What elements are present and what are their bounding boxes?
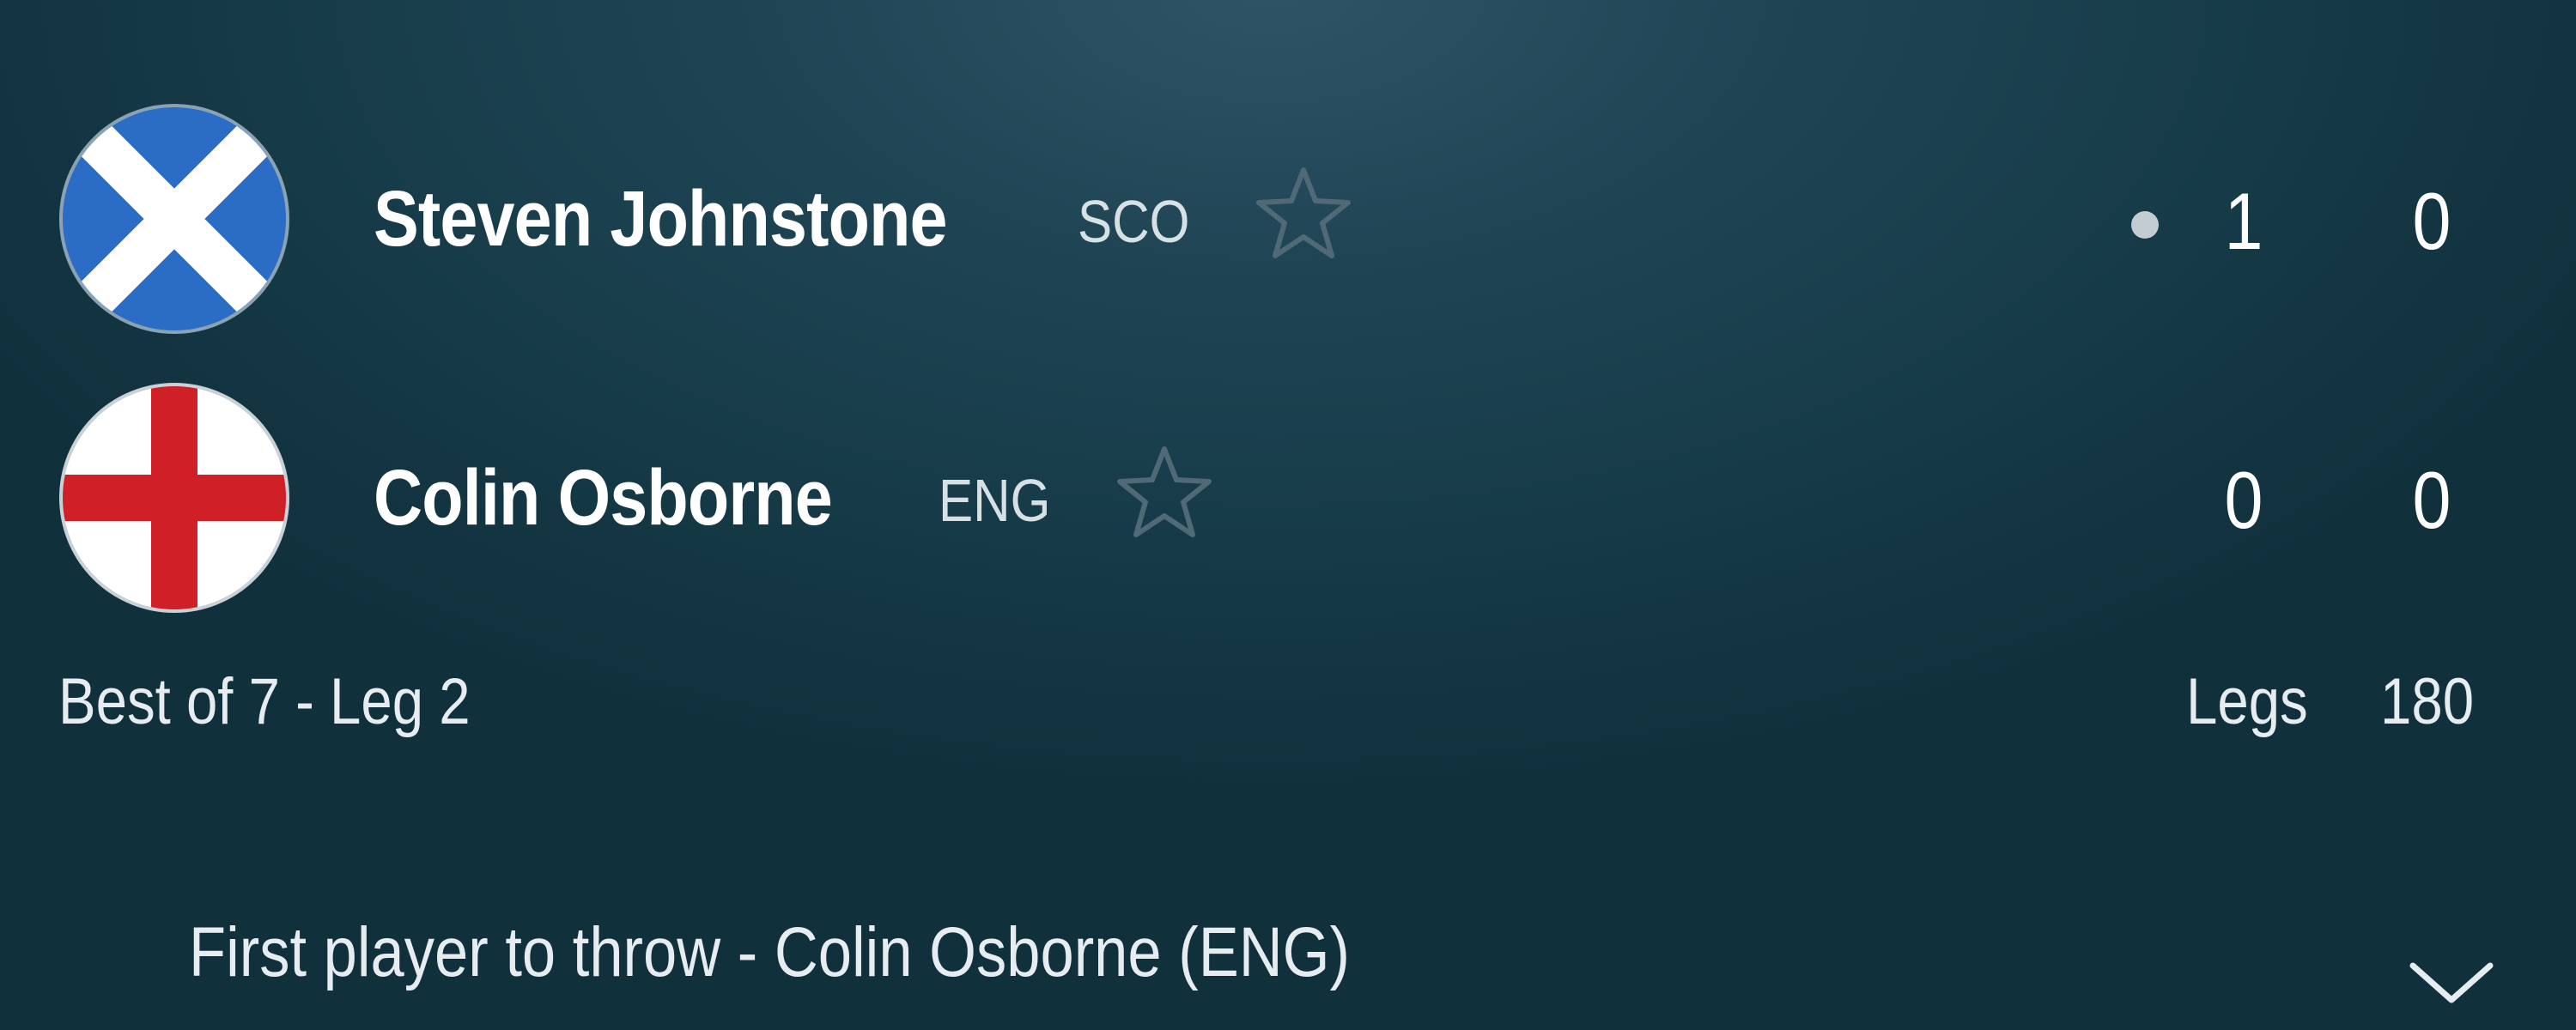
legs-label: Legs [2186,665,2308,738]
first-thrower-toggle[interactable]: First player to throw - Colin Osborne (E… [0,867,2576,1030]
england-flag-icon [58,382,290,614]
scotland-flag-icon [58,103,290,335]
chevron-down-icon[interactable] [2404,953,2499,1013]
legs-score: 0 [2412,176,2451,266]
legs-score: 0 [2412,455,2451,545]
player-row-away[interactable]: Colin Osborne ENG 0 0 [0,378,2576,618]
star-outline-icon[interactable] [1113,442,1216,545]
first-thrower-text: First player to throw - Colin Osborne (E… [189,913,1351,991]
country-code: ENG [939,467,1051,534]
country-code: SCO [1078,188,1190,255]
player-name: Steven Johnstone [374,175,948,263]
player-name: Colin Osborne [374,454,833,542]
serving-indicator-icon [2131,211,2159,239]
stat-180-label: 180 [2380,665,2475,738]
sets-score: 0 [2224,455,2263,545]
star-outline-icon[interactable] [1252,163,1355,266]
sets-score: 1 [2224,176,2263,266]
match-format: Best of 7 - Leg 2 [58,665,471,738]
player-row-home[interactable]: Steven Johnstone SCO 1 0 [0,99,2576,339]
